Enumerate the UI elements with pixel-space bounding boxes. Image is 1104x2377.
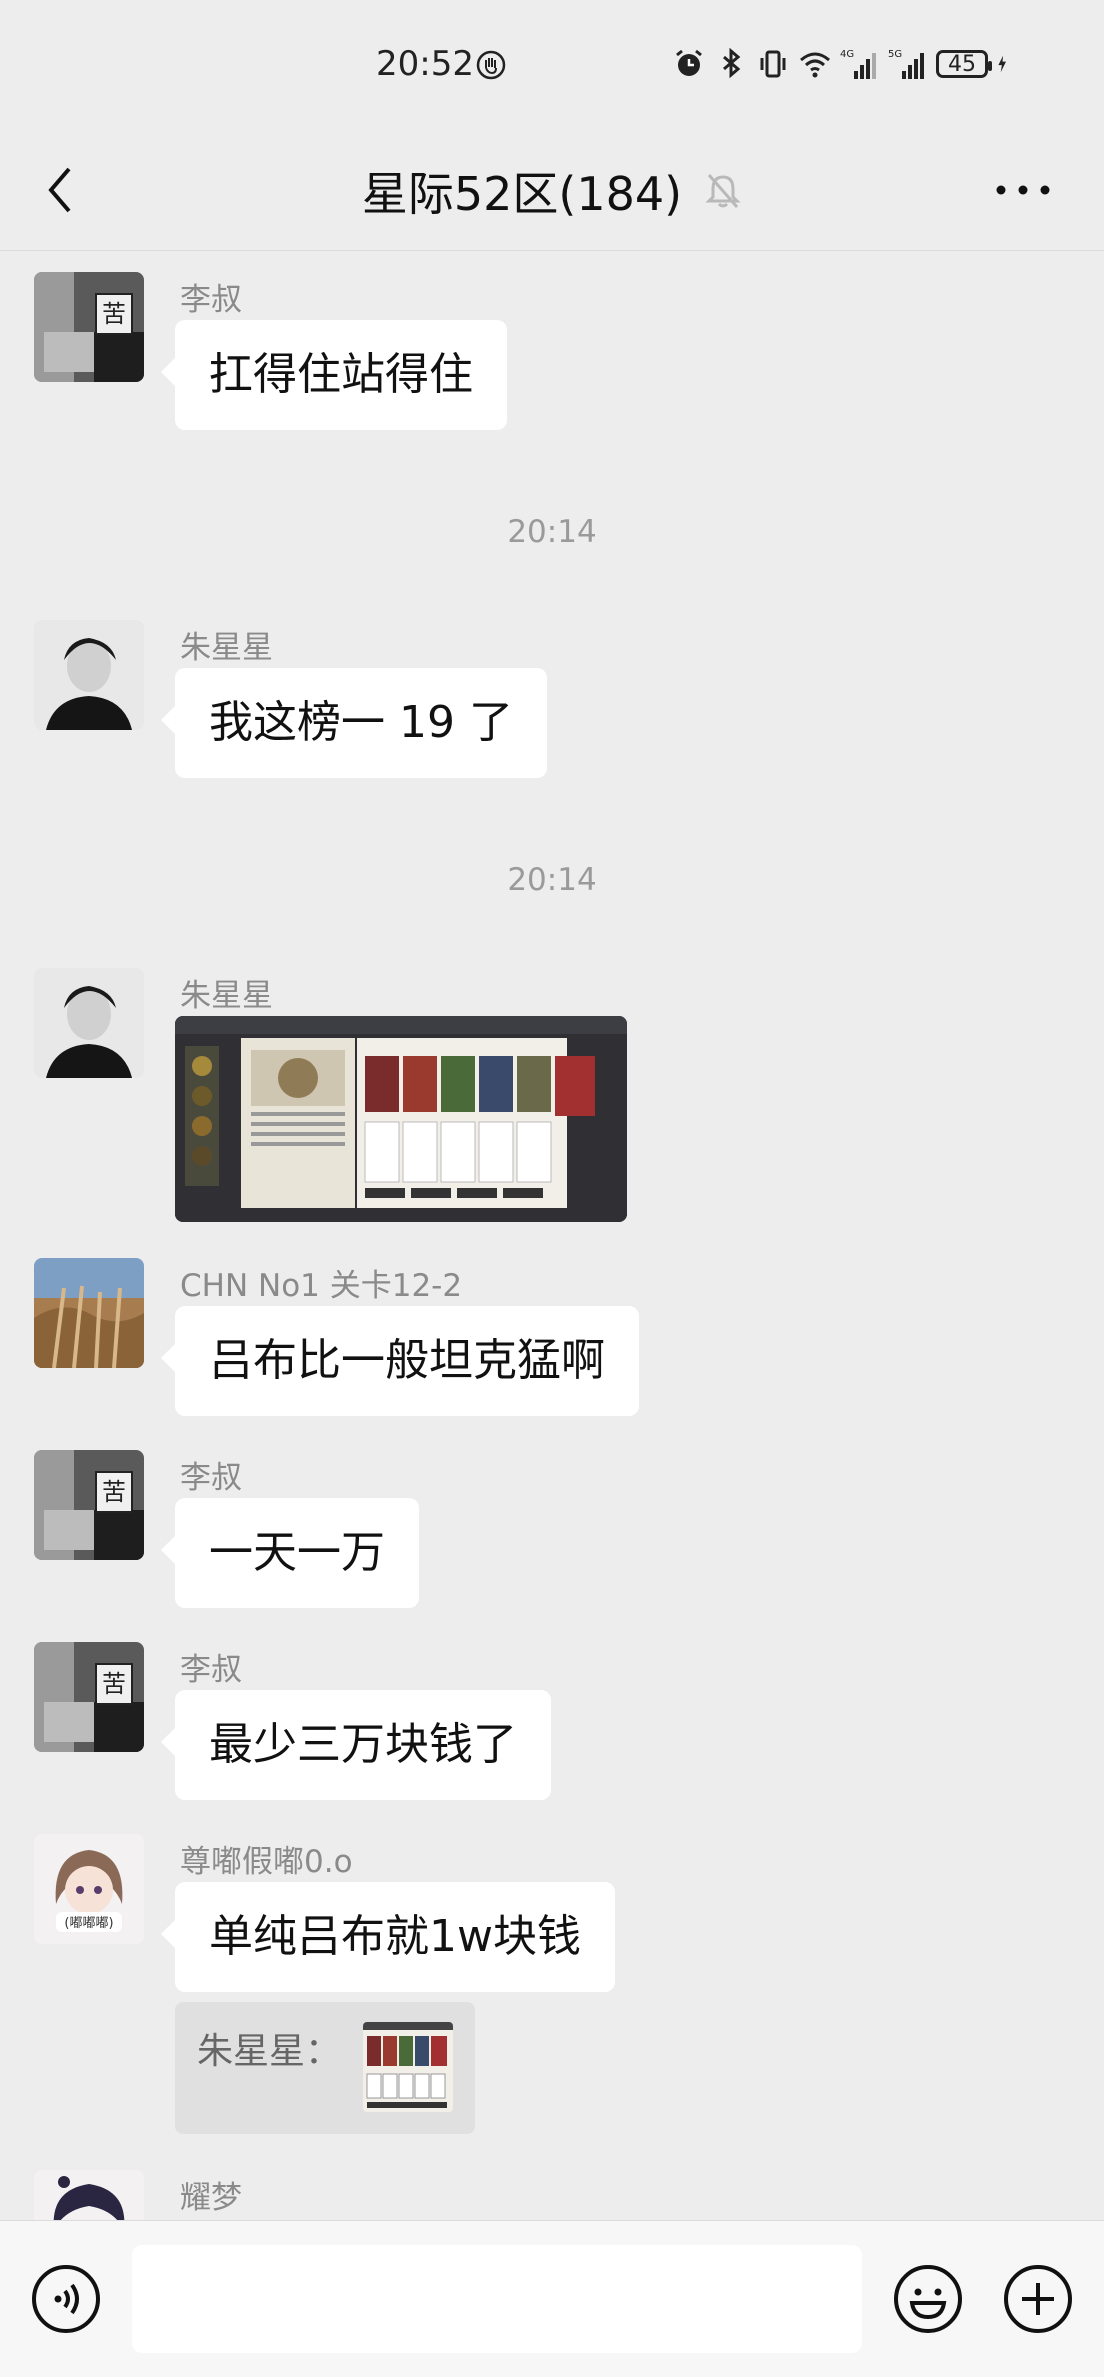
quote-thumbnail	[363, 2022, 453, 2112]
message-list[interactable]: 苦 李叔 扛得住站得住 20:14 朱星星 我这榜一 19 了 20:14 朱星…	[0, 250, 1104, 2220]
message-input[interactable]	[132, 2245, 862, 2353]
more-dots-icon	[996, 185, 1050, 195]
game-screenshot-image	[175, 1016, 627, 1222]
emoji-icon[interactable]	[892, 2263, 964, 2335]
message-bubble[interactable]: 一天一万	[161, 1498, 419, 1608]
message-timestamp: 20:14	[507, 862, 597, 898]
image-message[interactable]	[175, 1016, 627, 1222]
avatar[interactable]	[34, 2170, 144, 2220]
net-label-5g: 5G	[888, 49, 902, 60]
chat-title: 星际52区(184)	[361, 167, 683, 221]
message-bubble[interactable]: 吕布比一般坦克猛啊	[161, 1306, 639, 1416]
avatar[interactable]: 苦	[34, 1450, 144, 1560]
battery-level: 45	[948, 51, 976, 77]
sender-name: 朱星星	[180, 630, 273, 666]
sender-name: CHN No1 关卡12-2	[180, 1268, 463, 1304]
voice-input-icon[interactable]	[30, 2263, 102, 2335]
chat-header: 星际52区(184)	[0, 132, 1104, 251]
more-options-button[interactable]	[988, 160, 1058, 220]
message-bubble[interactable]: 扛得住站得住	[161, 320, 507, 430]
message-bubble[interactable]: 单纯吕布就1w块钱	[161, 1882, 615, 1992]
charging-icon	[998, 55, 1006, 73]
message-timestamp: 20:14	[507, 514, 597, 550]
wifi-icon	[800, 52, 830, 78]
bluetooth-icon	[723, 47, 741, 79]
mute-bell-icon	[705, 174, 741, 208]
battery-indicator: 45	[936, 50, 992, 78]
quote-sender: 朱星星：	[197, 2031, 342, 2072]
net-label-4g: 4G	[840, 49, 854, 60]
message-bubble[interactable]: 最少三万块钱了	[161, 1690, 551, 1800]
vibrate-icon	[760, 50, 786, 78]
sender-name: 尊嘟假嘟0.o	[180, 1844, 353, 1880]
signal-4g-icon: 4G	[840, 49, 876, 79]
status-icons: 4G 5G 45	[672, 44, 1016, 84]
sender-name: 李叔	[180, 1460, 242, 1496]
avatar[interactable]	[34, 620, 144, 730]
status-time: 20:52	[376, 44, 474, 84]
avatar[interactable]: 苦	[34, 1642, 144, 1752]
svg-text:苦: 苦	[102, 1670, 126, 1698]
gesture-hand-icon	[476, 50, 506, 80]
signal-5g-icon: 5G	[888, 49, 924, 79]
avatar[interactable]: (嘟嘟嘟)	[34, 1834, 144, 1944]
sender-name: 李叔	[180, 282, 242, 318]
sender-name: 朱星星	[180, 978, 273, 1014]
avatar[interactable]: 苦	[34, 272, 144, 382]
alarm-icon	[676, 49, 702, 76]
add-more-icon[interactable]	[1002, 2263, 1074, 2335]
status-bar: 20:52 4G 5G 45	[0, 0, 1104, 132]
avatar-caption: (嘟嘟嘟)	[64, 1916, 113, 1931]
sender-name: 李叔	[180, 1652, 242, 1688]
avatar[interactable]	[34, 1258, 144, 1368]
sender-name: 耀梦	[180, 2180, 242, 2216]
message-bubble[interactable]: 我这榜一 19 了	[161, 668, 547, 778]
chat-title-group: 星际52区(184)	[0, 132, 1104, 250]
avatar[interactable]	[34, 968, 144, 1078]
quoted-message[interactable]: 朱星星：	[175, 2002, 475, 2134]
input-bar	[0, 2220, 1104, 2377]
svg-text:苦: 苦	[102, 1478, 126, 1506]
svg-text:苦: 苦	[102, 300, 126, 328]
